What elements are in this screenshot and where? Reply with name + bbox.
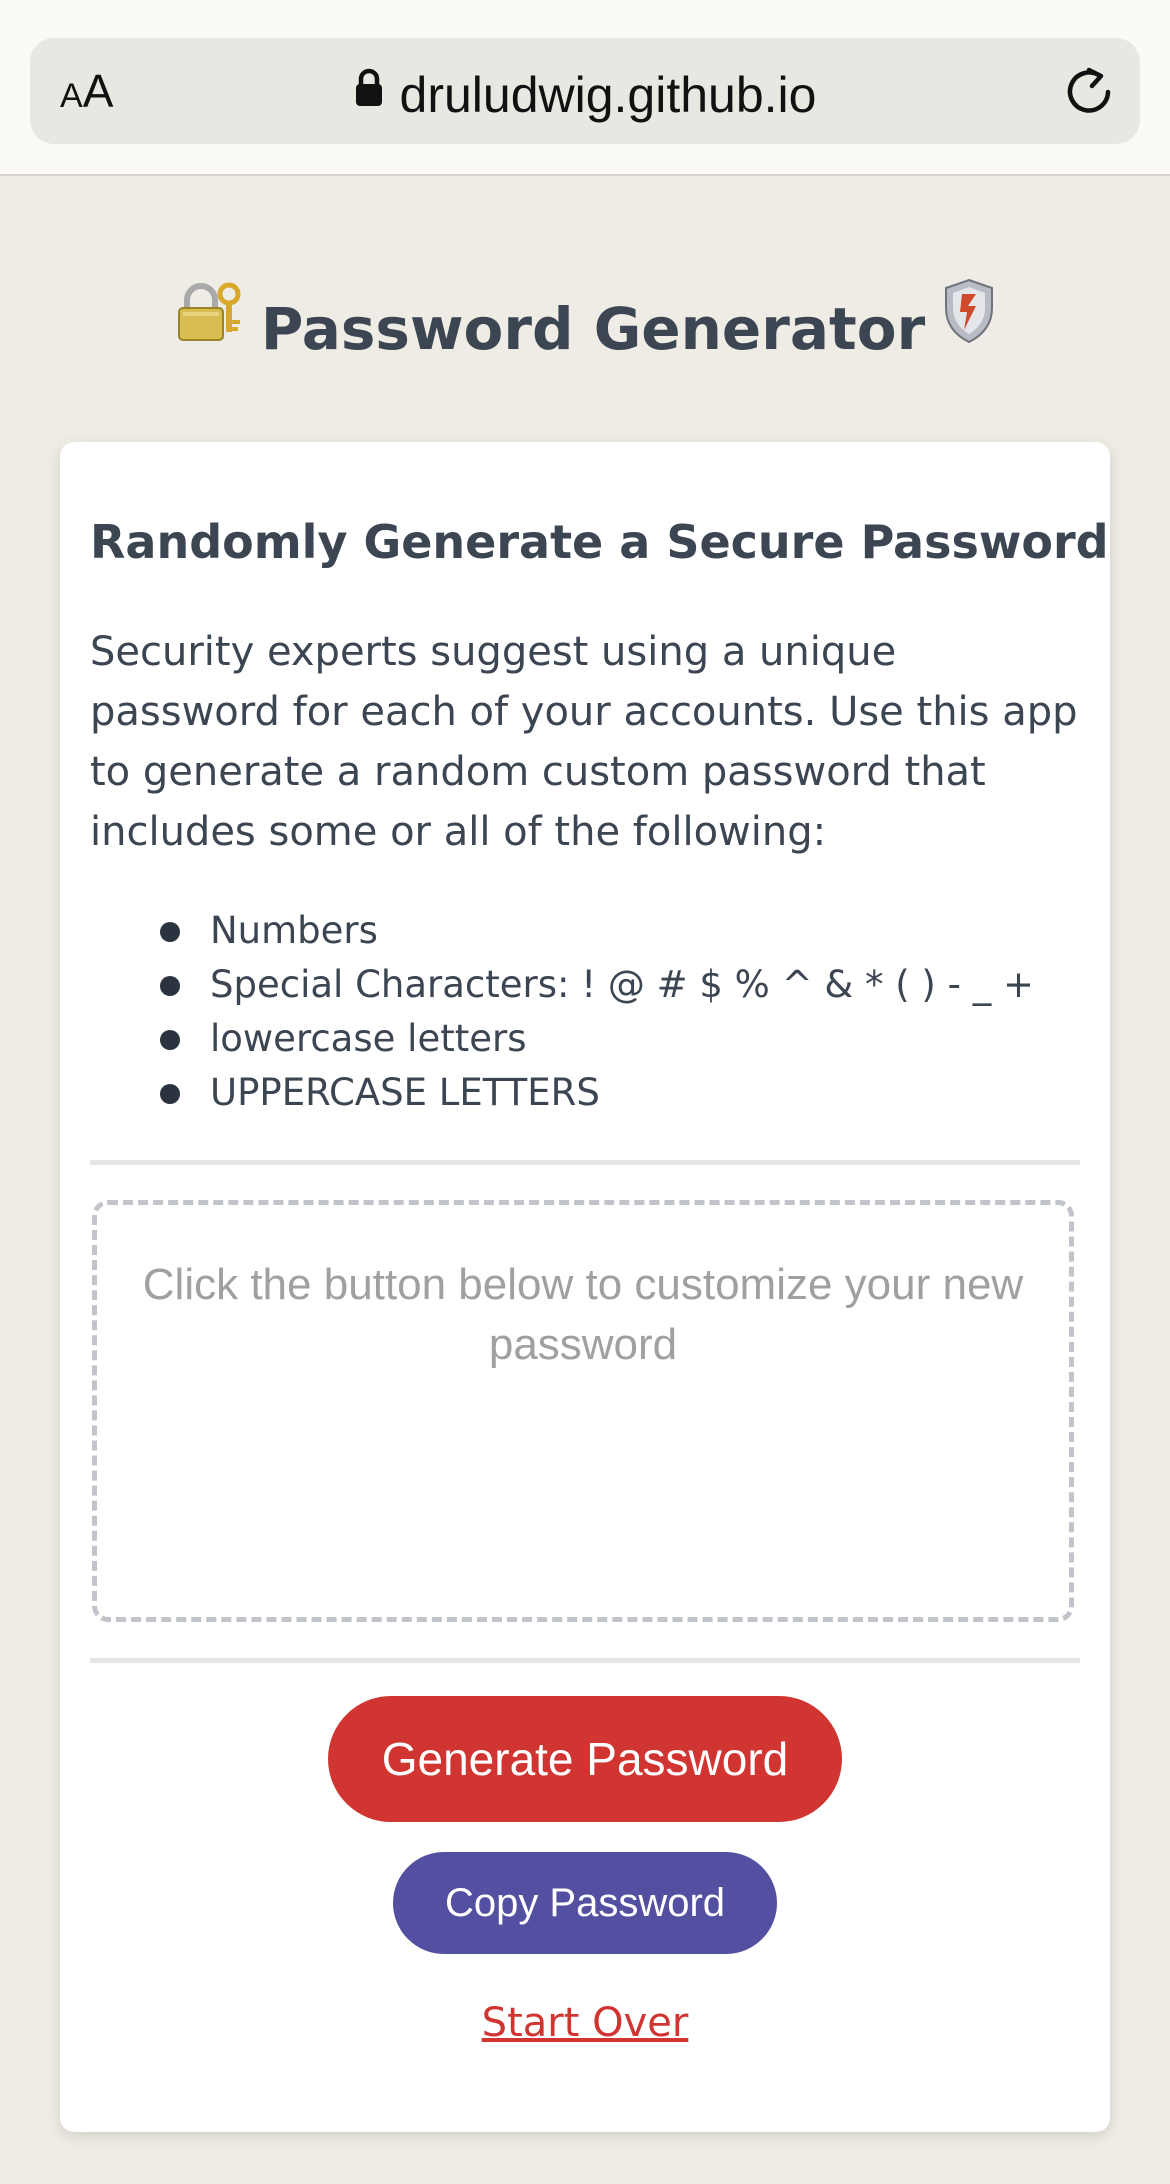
bullet-icon bbox=[160, 976, 180, 996]
feature-label: Numbers bbox=[210, 909, 378, 952]
browser-toolbar: AA druludwig.github.io bbox=[0, 0, 1170, 176]
page-heading: Password Generator bbox=[0, 278, 1170, 374]
address-bar[interactable]: AA druludwig.github.io bbox=[30, 38, 1140, 144]
card-title: Randomly Generate a Secure Password bbox=[90, 515, 1109, 569]
list-item: Special Characters: ! @ # $ % ^ & * ( ) … bbox=[90, 958, 1080, 1012]
feature-label: UPPERCASE LETTERS bbox=[210, 1071, 600, 1114]
password-output-area[interactable]: Click the button below to customize your… bbox=[92, 1200, 1074, 1622]
bullet-icon bbox=[160, 1084, 180, 1104]
password-generator-card: Randomly Generate a Secure Password Secu… bbox=[60, 442, 1110, 2132]
bullet-icon bbox=[160, 922, 180, 942]
start-over-link[interactable]: Start Over bbox=[60, 1998, 1110, 2048]
divider bbox=[90, 1160, 1080, 1165]
feature-label: Special Characters: ! @ # $ % ^ & * ( ) … bbox=[210, 963, 1034, 1006]
generate-password-button[interactable]: Generate Password bbox=[328, 1696, 842, 1822]
divider bbox=[90, 1658, 1080, 1663]
copy-password-button[interactable]: Copy Password bbox=[393, 1852, 777, 1954]
list-item: lowercase letters bbox=[90, 1012, 1080, 1066]
lock-icon bbox=[354, 66, 384, 116]
url-text: druludwig.github.io bbox=[399, 66, 817, 123]
url-display[interactable]: druludwig.github.io bbox=[30, 66, 1140, 120]
bullet-icon bbox=[160, 1030, 180, 1050]
page-title: Password Generator bbox=[260, 294, 926, 363]
locked-with-key-icon bbox=[175, 279, 243, 369]
reload-icon[interactable] bbox=[1062, 64, 1116, 118]
list-item: Numbers bbox=[90, 904, 1080, 958]
shield-icon bbox=[943, 278, 995, 369]
card-description: Security experts suggest using a unique … bbox=[90, 629, 1078, 855]
list-item: UPPERCASE LETTERS bbox=[90, 1066, 1080, 1120]
feature-label: lowercase letters bbox=[210, 1017, 527, 1060]
password-placeholder: Click the button below to customize your… bbox=[142, 1260, 1024, 1369]
feature-list: Numbers Special Characters: ! @ # $ % ^ … bbox=[90, 904, 1080, 1120]
